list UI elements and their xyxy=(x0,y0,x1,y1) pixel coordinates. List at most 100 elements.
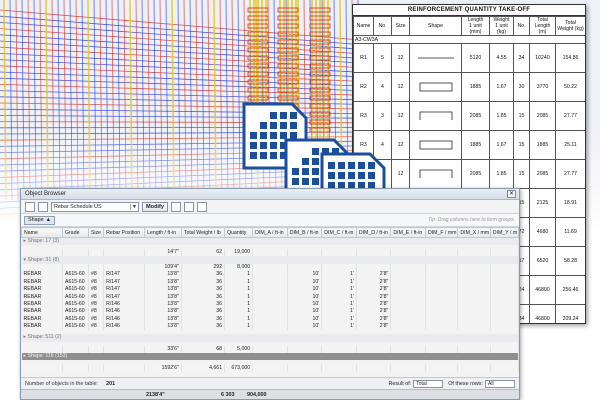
object-browser-window: Object Browser ✕ Rebar Schedule US ▼ Mod… xyxy=(20,188,520,400)
takeoff-cell-length: 1885 xyxy=(461,72,490,102)
table-cell xyxy=(62,345,89,354)
table-cell xyxy=(425,308,459,316)
table-cell xyxy=(390,285,426,294)
print-icon[interactable] xyxy=(197,201,208,212)
table-row: REBAR A615-60 #8 R/147 13'8" 36 1 10' 1' 2'8" xyxy=(21,285,519,294)
group-chip-shape[interactable]: Shape ▲ xyxy=(24,215,55,225)
table-cell: 673,000 xyxy=(224,364,254,372)
takeoff-row: R1 5 12 5120 4.55 34 10240 154.86 xyxy=(353,43,585,73)
table-cell: REBAR xyxy=(21,322,64,331)
table-cell: 36 xyxy=(181,278,226,286)
table-cell: #8 xyxy=(88,278,105,286)
export-icon[interactable] xyxy=(184,201,195,212)
column-header[interactable]: DIM_D / ft-in xyxy=(355,227,392,238)
group-header-row[interactable]: ▸ Shape: 511 (2) xyxy=(21,334,519,342)
table-cell xyxy=(88,263,105,272)
table-cell: 4,661 xyxy=(181,364,226,372)
group-summary-row: 1592'6" 4,661 673,000 xyxy=(21,364,519,372)
table-cell: 1' xyxy=(321,315,357,323)
table-cell: 2'8" xyxy=(356,285,392,294)
column-header[interactable]: Length / ft-in xyxy=(144,227,182,238)
group-header-row[interactable]: ▾ Shape: 31 (8) xyxy=(21,256,519,264)
save-icon[interactable] xyxy=(25,201,35,212)
takeoff-cell-twt: 58.28 xyxy=(555,246,585,276)
column-header[interactable]: DIM_C / ft-in xyxy=(321,227,357,238)
table-cell: #8 xyxy=(88,293,105,301)
rows-of-label: Of these rows: xyxy=(448,380,483,387)
table-row: REBAR A615-60 #8 R/146 13'8" 36 1 10' 1' 2'8" xyxy=(21,322,519,331)
group-summary-row: 33'6" 68 5,000 xyxy=(21,345,519,354)
table-cell xyxy=(252,278,288,286)
table-cell xyxy=(252,308,288,316)
table-cell xyxy=(457,308,491,316)
table-cell xyxy=(425,263,459,272)
column-header[interactable]: DIM_F / mm xyxy=(424,227,459,238)
takeoff-cell-weight: 1.67 xyxy=(489,72,514,102)
result-of-select[interactable]: Total xyxy=(413,379,444,388)
bar-shape-icon xyxy=(419,140,452,150)
table-cell: R/147 xyxy=(103,278,146,286)
column-header[interactable]: Name xyxy=(21,227,64,238)
table-cell xyxy=(252,271,288,279)
filter-icon[interactable] xyxy=(38,201,48,212)
close-icon[interactable]: ✕ xyxy=(507,190,516,198)
table-cell xyxy=(425,364,459,372)
takeoff-cell-tlen: 2125 xyxy=(529,188,556,218)
table-cell xyxy=(88,345,105,354)
table-cell xyxy=(103,263,146,272)
takeoff-cell-qty: 15 xyxy=(513,159,530,189)
column-header[interactable]: DIM_E / ft-in xyxy=(390,227,426,238)
takeoff-cell-weight: 4.55 xyxy=(489,43,514,73)
takeoff-row: R3 3 12 2085 1.85 15 2085 27.77 xyxy=(353,101,585,131)
takeoff-cell-tlen: 46800 xyxy=(529,304,556,323)
table-cell xyxy=(425,285,459,294)
grand-total-length: 2138'4" xyxy=(146,392,165,398)
takeoff-cell-tlen: 1885 xyxy=(529,130,556,160)
bar-shape-cell xyxy=(409,130,462,160)
table-cell xyxy=(252,300,288,309)
takeoff-header: Name xyxy=(353,16,374,36)
table-cell xyxy=(21,263,64,272)
rebar-schedule-grid: Name Grade Size Rebar Position Length / ft-i… xyxy=(21,227,519,372)
modify-button[interactable]: Modify xyxy=(142,201,169,212)
column-header[interactable]: Total Weight / lb xyxy=(180,227,226,238)
table-cell: 36 xyxy=(181,293,226,301)
table-cell xyxy=(390,263,426,272)
table-cell xyxy=(103,249,146,257)
schedule-select[interactable]: Rebar Schedule US ▼ xyxy=(51,201,139,212)
column-header[interactable]: Rebar Position xyxy=(103,227,146,238)
column-header[interactable]: Size xyxy=(87,227,105,238)
table-cell: A615-60 xyxy=(62,278,89,286)
table-cell xyxy=(287,263,323,272)
column-header[interactable]: DIM_B / ft-in xyxy=(286,227,323,238)
group-summary-row: 14'7" 62 19,000 xyxy=(21,249,519,257)
takeoff-cell-twt: 18.91 xyxy=(555,188,585,218)
takeoff-header: Total Length (m) xyxy=(529,16,556,36)
column-header[interactable]: Grade xyxy=(62,227,89,238)
table-cell xyxy=(390,300,426,309)
table-view-icon[interactable] xyxy=(171,201,182,212)
table-row: REBAR A615-60 #8 R/147 13'8" 36 1 10' 1' 2'8" xyxy=(21,278,519,286)
table-cell: 14'7" xyxy=(144,249,182,257)
group-header-row[interactable]: ▸ Shape: 17 (3) xyxy=(21,237,519,245)
table-cell: 2'8" xyxy=(356,278,392,286)
table-cell xyxy=(62,364,89,372)
column-header[interactable]: DIM_A / ft-in xyxy=(252,227,288,238)
table-cell xyxy=(21,345,64,354)
column-header[interactable]: DIM_X / mm xyxy=(457,227,491,238)
table-cell xyxy=(457,285,491,294)
bar-shape-icon xyxy=(417,57,454,59)
grand-total-row: 2138'4" 6 303 904,000 xyxy=(21,389,519,399)
table-cell xyxy=(252,249,288,257)
table-cell: REBAR xyxy=(21,315,64,323)
group-header-row[interactable]: ▸ Shape: 116 (153) xyxy=(21,353,519,361)
table-cell: 13'8" xyxy=(144,315,182,323)
table-cell xyxy=(287,249,323,257)
column-header[interactable]: Quantity xyxy=(224,227,254,238)
column-header[interactable]: DIM_Y / m xyxy=(489,227,519,238)
takeoff-cell-name: R1 xyxy=(353,43,374,73)
table-row: REBAR A615-60 #8 R/146 13'8" 36 1 10' 1' 2'8" xyxy=(21,315,519,323)
table-cell: #8 xyxy=(88,300,105,309)
table-cell xyxy=(457,364,491,372)
rows-of-select[interactable]: All xyxy=(485,379,515,388)
